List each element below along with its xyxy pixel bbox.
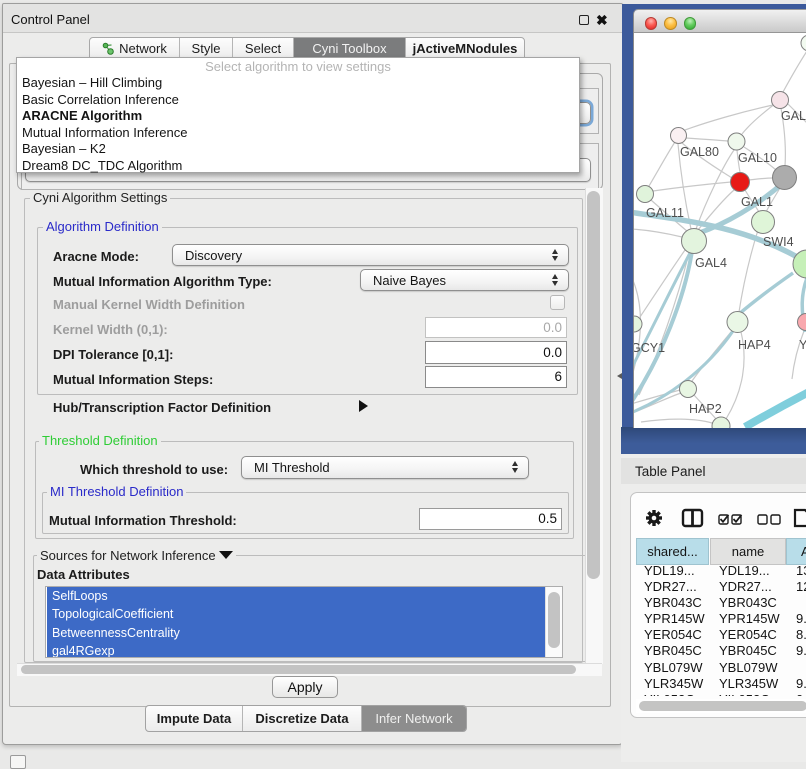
svg-text:GAL11: GAL11 (646, 206, 684, 220)
svg-text:HAP2: HAP2 (689, 402, 722, 416)
svg-text:SWI4: SWI4 (763, 235, 794, 249)
svg-text:Y: Y (799, 338, 806, 352)
svg-text:GAL10: GAL10 (738, 151, 777, 165)
svg-text:GAL4: GAL4 (695, 256, 727, 270)
svg-text:GAL: GAL (781, 109, 806, 123)
svg-text:GAL80: GAL80 (680, 145, 719, 159)
svg-text:HAP4: HAP4 (738, 338, 771, 352)
svg-text:GAL1: GAL1 (741, 195, 773, 209)
svg-text:GCY1: GCY1 (634, 341, 665, 355)
